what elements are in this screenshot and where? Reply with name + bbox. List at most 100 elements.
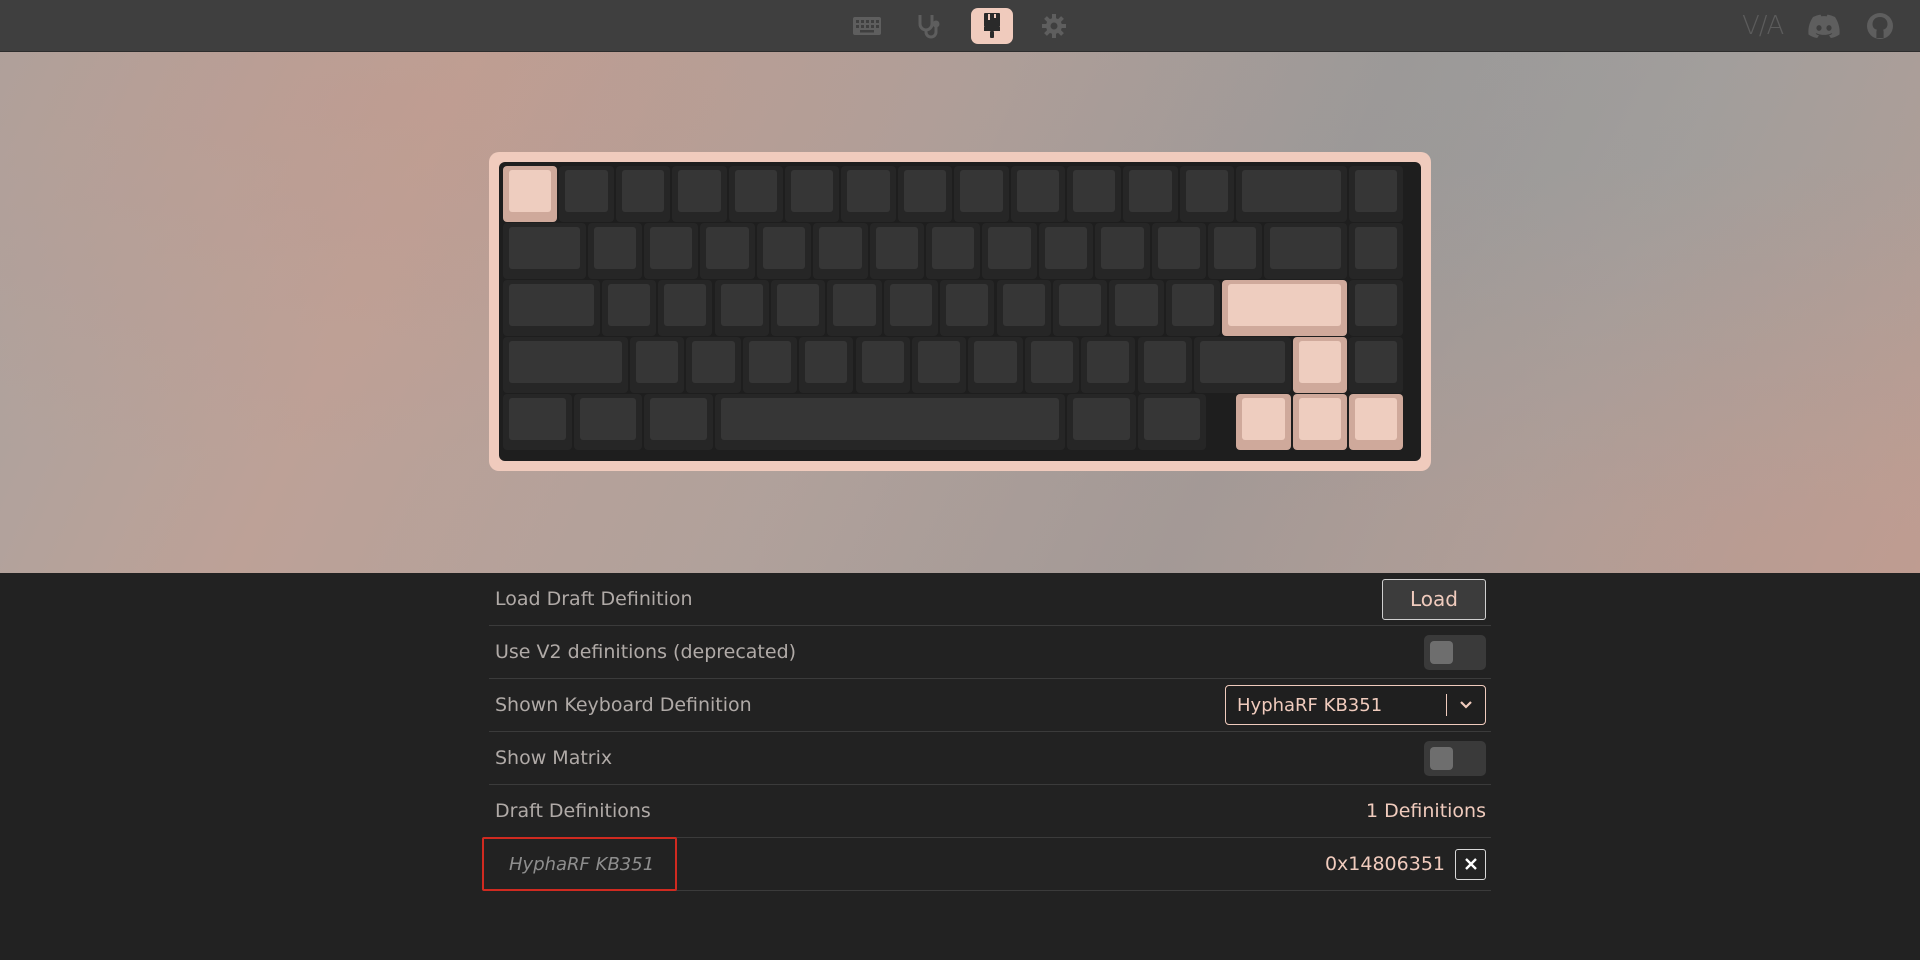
keycap[interactable] [1349,166,1404,222]
keycap[interactable] [940,280,995,336]
keycap[interactable] [1165,280,1221,336]
design-settings-list: Load Draft Definition Load Use V2 defini… [482,573,1491,891]
key-left[interactable] [1236,394,1291,450]
keycap[interactable] [728,166,783,222]
settings-tab[interactable] [1033,8,1075,44]
load-draft-label: Load Draft Definition [495,588,693,610]
keycap[interactable] [1179,166,1235,222]
keycap[interactable] [897,166,953,222]
keycap[interactable] [1123,166,1178,222]
keycap[interactable] [1109,280,1164,336]
show-matrix-toggle[interactable] [1424,740,1486,776]
keycap[interactable] [672,166,727,222]
use-v2-row: Use V2 definitions (deprecated) [489,626,1491,679]
keycap[interactable] [1067,394,1136,450]
keyboard-icon [853,17,881,35]
keycap[interactable] [841,166,896,222]
configure-tab[interactable] [846,8,888,44]
keycap[interactable] [573,394,642,450]
keycap[interactable] [1349,223,1404,279]
delete-definition-button[interactable] [1455,848,1486,880]
keycap[interactable] [1151,223,1206,279]
keycap[interactable] [982,223,1037,279]
stethoscope-icon [918,15,940,39]
use-v2-toggle[interactable] [1424,634,1486,670]
keycap[interactable] [827,280,882,336]
github-link[interactable] [1866,10,1894,42]
key-backspace[interactable] [1236,166,1347,222]
keycap[interactable] [644,223,699,279]
keycap[interactable] [813,223,868,279]
keycap[interactable] [503,394,572,450]
draft-definitions-row: Draft Definitions 1 Definitions [489,785,1491,838]
top-nav-bar: V/A [0,0,1920,52]
keyboard-case [489,152,1431,471]
draft-definitions-count: 1 Definitions [1365,800,1486,822]
design-tab[interactable] [971,8,1013,44]
definition-select-value: HyphaRF KB351 [1237,694,1383,716]
keycap[interactable] [1193,337,1291,393]
keycap[interactable] [503,337,628,393]
keycap[interactable] [996,280,1051,336]
close-icon [1464,858,1477,870]
keycap[interactable] [911,337,967,393]
keycap[interactable] [968,337,1023,393]
github-icon [1867,13,1893,39]
keycap[interactable] [869,223,924,279]
keycap[interactable] [1349,280,1404,336]
keycap[interactable] [926,223,981,279]
keycap[interactable] [503,280,600,336]
keyboard-plate [499,162,1421,461]
keycap[interactable] [700,223,755,279]
keycap[interactable] [629,337,685,393]
keycap[interactable] [503,223,586,279]
key-down[interactable] [1292,394,1347,450]
keycap[interactable] [1067,166,1122,222]
key-right[interactable] [1349,394,1404,450]
keycap[interactable] [686,337,741,393]
gear-icon [1042,14,1066,38]
keycap[interactable] [1024,337,1080,393]
via-logo[interactable]: V/A [1742,10,1784,42]
show-matrix-row: Show Matrix [489,732,1491,785]
keycap[interactable] [1081,337,1136,393]
shown-definition-row: Shown Keyboard Definition HyphaRF KB351 [489,679,1491,732]
via-logo-text: V/A [1742,11,1784,41]
keycap[interactable] [601,280,657,336]
key-up[interactable] [1292,337,1347,393]
keycap[interactable] [756,223,812,279]
definition-select[interactable]: HyphaRF KB351 [1225,685,1486,725]
keycap[interactable] [742,337,798,393]
keycap[interactable] [1137,337,1192,393]
keycap[interactable] [1038,223,1094,279]
keycap[interactable] [855,337,910,393]
keycap[interactable] [658,280,713,336]
keycap[interactable] [1052,280,1108,336]
keycap[interactable] [1095,223,1150,279]
toggle-knob [1430,640,1453,664]
keycap[interactable] [1208,223,1263,279]
load-button[interactable]: Load [1382,578,1486,620]
keycap[interactable] [1264,223,1347,279]
keycap[interactable] [883,280,939,336]
definition-item: HyphaRF KB351 0x14806351 [482,837,1491,891]
key-enter[interactable] [1222,280,1347,336]
keycap[interactable] [954,166,1009,222]
keycap[interactable] [587,223,642,279]
keycap[interactable] [615,166,671,222]
keycap[interactable] [785,166,840,222]
keycap[interactable] [714,394,1065,450]
discord-link[interactable] [1808,10,1840,42]
keycap[interactable] [1010,166,1065,222]
keycap[interactable] [714,280,769,336]
keycap[interactable] [1137,394,1206,450]
show-matrix-label: Show Matrix [495,747,613,769]
keycap[interactable] [799,337,854,393]
chevron-down-icon[interactable] [1447,700,1485,710]
keycap[interactable] [1349,337,1404,393]
keycap[interactable] [770,280,826,336]
keycap[interactable] [559,166,614,222]
key-esc[interactable] [503,166,558,222]
keycap[interactable] [644,394,713,450]
key-tester-tab[interactable] [908,8,950,44]
